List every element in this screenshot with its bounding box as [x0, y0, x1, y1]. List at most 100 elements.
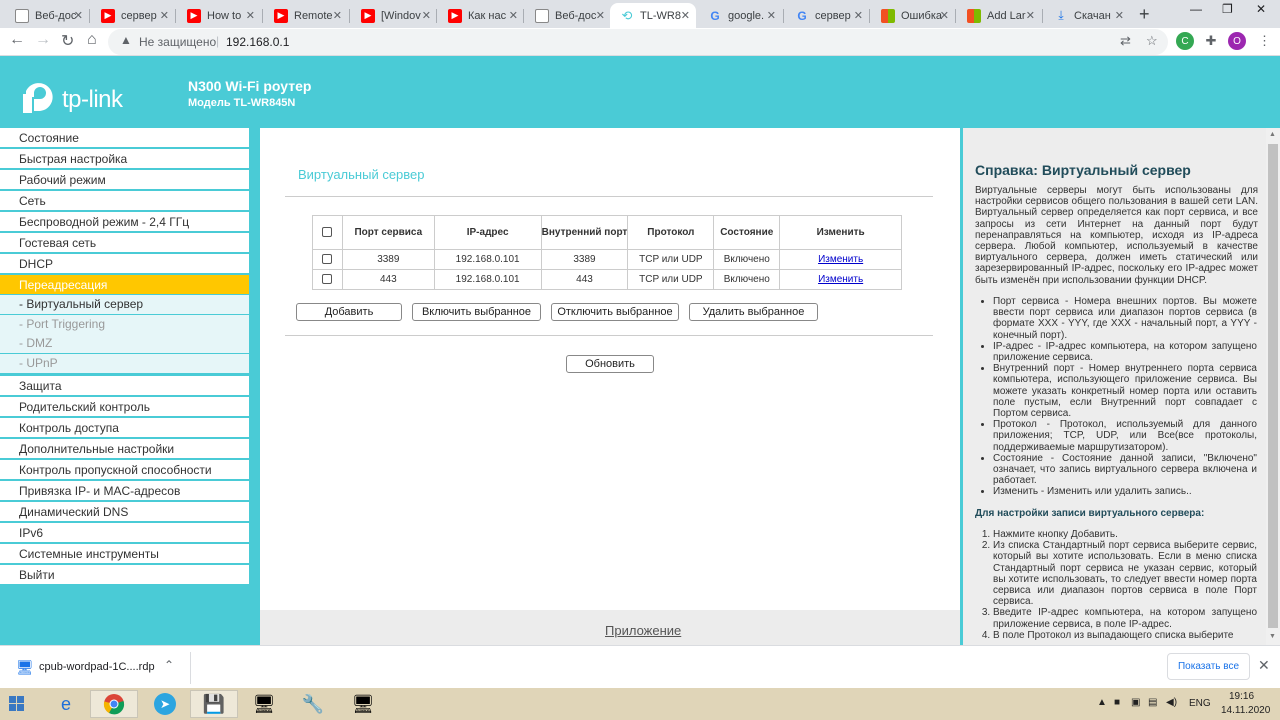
close-tab-icon[interactable]: ✕	[333, 9, 342, 22]
sidebar-item[interactable]: Гостевая сеть	[0, 233, 249, 253]
sidebar-item[interactable]: Сеть	[0, 191, 249, 211]
rdp2-taskbar-icon[interactable]: 🖥	[339, 690, 387, 718]
drive-taskbar-icon[interactable]: 💾	[190, 690, 238, 718]
close-tab-icon[interactable]: ✕	[681, 9, 690, 22]
start-button-icon[interactable]	[2, 690, 32, 718]
browser-tab[interactable]: ▶ [Windov ✕	[351, 3, 437, 28]
sidebar-item[interactable]: IPv6	[0, 523, 249, 543]
browser-tab[interactable]: ▶ Как нас ✕	[438, 3, 524, 28]
tray-app-icon[interactable]: ■	[1114, 697, 1120, 708]
bookmark-star-icon[interactable]: ☆	[1146, 33, 1158, 49]
browser-tab[interactable]: Веб-дос ✕	[5, 3, 89, 28]
close-tab-icon[interactable]: ✕	[246, 9, 255, 22]
close-download-bar-icon[interactable]: ✕	[1258, 657, 1270, 674]
sidebar-item[interactable]: Переадресация	[0, 275, 249, 295]
rdp-file-icon[interactable]: 🖥	[16, 659, 34, 676]
url-text[interactable]: 192.168.0.1	[226, 35, 289, 49]
browser-tab[interactable]: Add Lar ✕	[957, 3, 1041, 28]
restore-button[interactable]: ❐	[1222, 2, 1233, 16]
browser-tab[interactable]: ▶ Remote ✕	[264, 3, 348, 28]
chrome-taskbar-icon[interactable]	[90, 690, 138, 718]
sidebar-item[interactable]: Контроль доступа	[0, 418, 249, 438]
clock-date[interactable]: 14.11.2020	[1221, 705, 1270, 716]
browser-tab[interactable]: Веб-дос ✕	[525, 3, 611, 28]
menu-kebab-icon[interactable]: ⋮	[1258, 33, 1271, 49]
chevron-up-icon[interactable]: ⌃	[164, 658, 174, 672]
minimize-button[interactable]: —	[1190, 2, 1202, 16]
address-bar[interactable]: ▲ Не защищено | 192.168.0.1 ⇄ ☆	[108, 29, 1168, 55]
close-tab-icon[interactable]: ✕	[1026, 9, 1035, 22]
row-checkbox[interactable]	[322, 254, 333, 265]
browser-tab[interactable]: Ggoogle. ✕	[698, 3, 782, 28]
close-tab-icon[interactable]: ✕	[854, 9, 863, 22]
enable-selected-button[interactable]: Включить выбранное	[412, 303, 541, 321]
sidebar-item[interactable]: Рабочий режим	[0, 170, 249, 190]
extension-icon[interactable]: C	[1176, 32, 1194, 50]
tray-app2-icon[interactable]: ▣	[1131, 697, 1140, 708]
sidebar-item[interactable]: Родительский контроль	[0, 397, 249, 417]
language-indicator[interactable]: ENG	[1189, 698, 1211, 709]
sidebar-item[interactable]: Защита	[0, 376, 249, 396]
sidebar-subitem[interactable]: - UPnP	[0, 353, 249, 373]
edit-link[interactable]: Изменить	[818, 274, 863, 285]
application-link[interactable]: Приложение	[605, 623, 681, 638]
browser-tab[interactable]: ⤓ Скачан ✕	[1044, 3, 1130, 28]
network-icon[interactable]: ▤	[1148, 697, 1157, 708]
close-tab-icon[interactable]: ✕	[940, 9, 949, 22]
add-button[interactable]: Добавить	[296, 303, 402, 321]
home-icon[interactable]: ⌂	[87, 31, 97, 49]
disable-selected-button[interactable]: Отключить выбранное	[551, 303, 679, 321]
rdp-taskbar-icon[interactable]: 🖥	[240, 690, 288, 718]
tools-taskbar-icon[interactable]: 🔧	[289, 690, 337, 718]
delete-selected-button[interactable]: Удалить выбранное	[689, 303, 818, 321]
close-tab-icon[interactable]: ✕	[596, 9, 605, 22]
sidebar-item[interactable]: DHCP	[0, 254, 249, 274]
new-tab-button[interactable]: +	[1139, 4, 1150, 25]
sidebar-item[interactable]: Состояние	[0, 128, 249, 148]
scroll-down-icon[interactable]: ▼	[1269, 633, 1276, 640]
security-label[interactable]: Не защищено	[139, 35, 216, 49]
select-all-checkbox[interactable]	[322, 227, 333, 238]
scroll-thumb[interactable]	[1268, 144, 1278, 628]
sidebar-item[interactable]: Динамический DNS	[0, 502, 249, 522]
close-tab-icon[interactable]: ✕	[422, 9, 431, 22]
sidebar-subitem[interactable]: - DMZ	[0, 334, 249, 353]
ie-taskbar-icon[interactable]: e	[42, 690, 90, 718]
sidebar-item[interactable]: Быстрая настройка	[0, 149, 249, 169]
browser-tab[interactable]: Ошибка ✕	[871, 3, 955, 28]
profile-avatar[interactable]: O	[1228, 32, 1246, 50]
close-tab-icon[interactable]: ✕	[1115, 9, 1124, 22]
close-tab-icon[interactable]: ✕	[74, 9, 83, 22]
scroll-up-icon[interactable]: ▲	[1269, 131, 1276, 138]
reload-icon[interactable]: ↻	[61, 31, 74, 51]
sidebar-item[interactable]: Дополнительные настройки маршрутизации	[0, 439, 249, 476]
browser-tab[interactable]: ▶ How to ✕	[177, 3, 261, 28]
close-tab-icon[interactable]: ✕	[160, 9, 169, 22]
help-scrollbar[interactable]: ▲ ▼	[1266, 128, 1280, 645]
sidebar-item[interactable]: Беспроводной режим - 2,4 ГГц	[0, 212, 249, 232]
sidebar-item[interactable]: Привязка IP- и MAC-адресов	[0, 481, 249, 501]
telegram-taskbar-icon[interactable]: ➤	[141, 690, 189, 718]
tray-expand-icon[interactable]: ▲	[1097, 697, 1107, 708]
show-all-downloads-button[interactable]: Показать все	[1167, 653, 1250, 680]
close-tab-icon[interactable]: ✕	[509, 9, 518, 22]
refresh-button[interactable]: Обновить	[566, 355, 654, 373]
sidebar-subitem[interactable]: - Port Triggering	[0, 314, 249, 334]
row-checkbox[interactable]	[322, 274, 333, 285]
download-filename[interactable]: cpub-wordpad-1C....rdp	[39, 661, 155, 673]
warning-icon[interactable]: ▲	[120, 33, 132, 47]
edit-link[interactable]: Изменить	[818, 254, 863, 265]
browser-tab[interactable]: ⟲ TL-WR8 ✕	[610, 3, 696, 28]
back-icon[interactable]: ←	[9, 31, 25, 49]
browser-tab[interactable]: Gсервер ✕	[785, 3, 869, 28]
translate-icon[interactable]: ⇄	[1120, 33, 1131, 49]
browser-tab[interactable]: ▶ сервер ✕	[91, 3, 175, 28]
sidebar-item[interactable]: Контроль пропускной способности	[0, 460, 249, 480]
sidebar-subitem[interactable]: - Виртуальный сервер	[0, 295, 249, 314]
close-window-button[interactable]: ✕	[1256, 2, 1266, 16]
extensions-puzzle-icon[interactable]: ✚	[1202, 32, 1220, 50]
sidebar-item[interactable]: Выйти	[0, 565, 249, 585]
clock-time[interactable]: 19:16	[1229, 691, 1254, 702]
sidebar-item[interactable]: Системные инструменты	[0, 544, 249, 564]
volume-icon[interactable]: ◀)	[1166, 697, 1177, 708]
